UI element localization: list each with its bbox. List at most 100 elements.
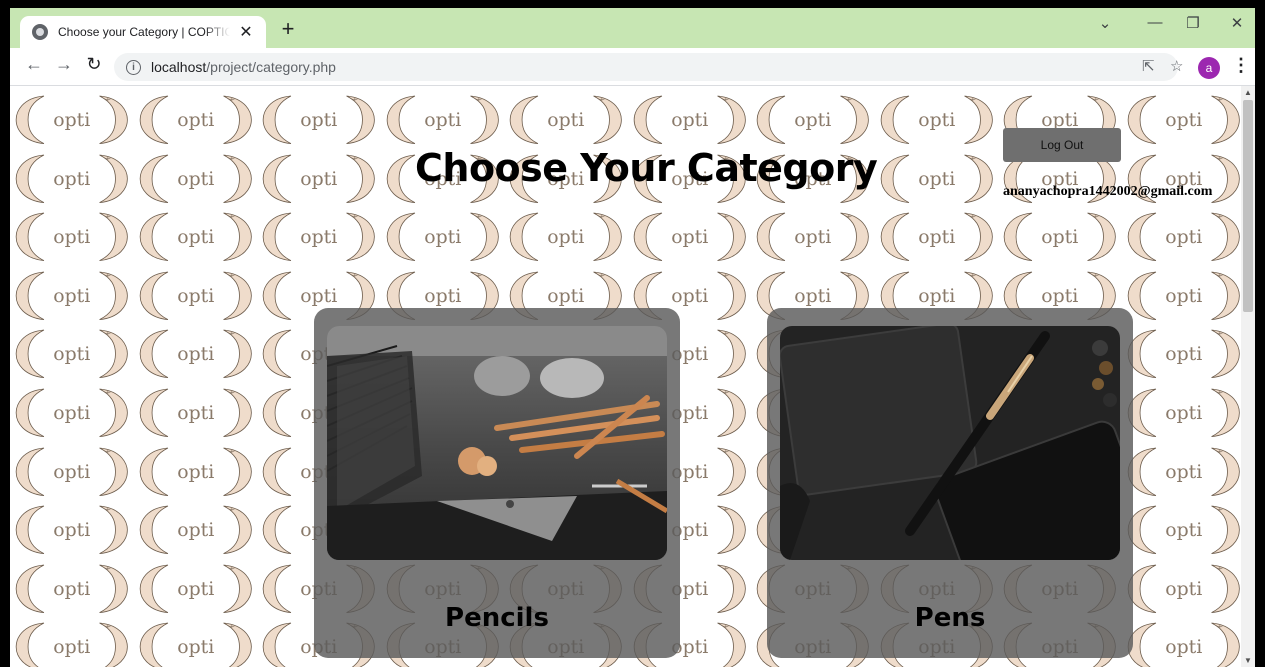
logo-text: opti <box>1165 460 1202 482</box>
opti-logo-mark: opti + <box>262 95 375 145</box>
background-logo: opti + <box>1122 617 1242 667</box>
svg-text:+: + <box>105 622 112 631</box>
scroll-down-icon[interactable]: ▼ <box>1241 656 1255 665</box>
reload-button[interactable]: ↻ <box>82 54 106 75</box>
background-logo: opti + <box>1122 442 1242 501</box>
site-info-icon[interactable]: i <box>126 59 141 75</box>
opti-logo-mark: opti + <box>139 446 252 496</box>
category-card-pencils[interactable]: Pencils <box>314 308 680 658</box>
logo-text: opti <box>424 109 461 131</box>
svg-text:+: + <box>722 388 729 397</box>
opti-logo-mark: opti + <box>15 154 128 203</box>
background-logo: opti + <box>10 442 134 501</box>
svg-text:+: + <box>846 212 853 221</box>
logo-text: opti <box>177 460 214 482</box>
svg-text:+: + <box>105 95 112 104</box>
svg-text:+: + <box>1216 446 1223 455</box>
tab-title: Choose your Category | COPTICS <box>58 25 230 39</box>
forward-button[interactable]: → <box>52 54 76 75</box>
bookmark-star-icon[interactable]: ☆ <box>1170 57 1183 75</box>
logo-text: opti <box>53 167 90 189</box>
opti-logo-mark: opti + <box>139 95 252 145</box>
browser-tab[interactable]: Choose your Category | COPTICS ✕ <box>20 16 266 48</box>
scroll-thumb[interactable] <box>1243 100 1253 312</box>
opti-logo-mark: opti + <box>880 154 993 203</box>
logo-text: opti <box>794 285 831 307</box>
opti-logo-mark: opti + <box>1127 212 1240 262</box>
svg-text:+: + <box>105 446 112 455</box>
background-logo: opti + <box>1122 383 1242 442</box>
opti-logo-mark: opti + <box>15 329 128 379</box>
page-viewport: opti + opti + opti + opti + opti + opti + opti + opti +… <box>10 86 1241 667</box>
opti-logo-mark: opti + <box>1003 212 1116 262</box>
opti-logo-mark: opti + <box>15 95 128 145</box>
tab-search-icon[interactable]: ⌄ <box>1090 14 1120 32</box>
logo-text: opti <box>671 109 708 131</box>
svg-text:+: + <box>722 622 729 631</box>
svg-text:+: + <box>228 446 235 455</box>
logo-text: opti <box>177 167 214 189</box>
share-icon[interactable]: ⇱ <box>1142 57 1155 75</box>
opti-logo-mark: opti + <box>139 622 252 667</box>
category-card-pens[interactable]: Pens <box>767 308 1133 658</box>
svg-text:+: + <box>105 329 112 338</box>
logo-text: opti <box>1165 109 1202 131</box>
opti-logo-mark: opti + <box>262 212 375 262</box>
logo-text: opti <box>918 285 955 307</box>
pen-photo[interactable] <box>780 326 1120 560</box>
new-tab-button[interactable]: + <box>276 17 300 41</box>
profile-avatar[interactable]: a <box>1198 57 1220 79</box>
pencils-photo[interactable] <box>327 326 667 560</box>
logo-text: opti <box>300 109 337 131</box>
close-tab-button[interactable]: ✕ <box>236 22 256 42</box>
svg-text:+: + <box>599 95 606 104</box>
svg-text:+: + <box>722 95 729 104</box>
address-bar[interactable]: i localhost/project/category.php <box>114 53 1178 81</box>
background-logo: opti + <box>998 207 1122 266</box>
background-logo: opti + <box>381 207 505 266</box>
opti-logo-mark: opti + <box>15 212 128 262</box>
url-path: /project/category.php <box>206 59 336 75</box>
restore-button[interactable]: ❐ <box>1178 14 1208 32</box>
logo-text: opti <box>547 285 584 307</box>
page-scrollbar[interactable]: ▲ ▼ <box>1241 86 1255 667</box>
background-logo: opti + <box>751 90 875 149</box>
logo-text: opti <box>671 285 708 307</box>
svg-text:+: + <box>228 505 235 514</box>
scroll-up-icon[interactable]: ▲ <box>1241 88 1255 97</box>
svg-text:+: + <box>722 271 729 280</box>
opti-logo-mark: opti + <box>1127 564 1240 613</box>
svg-text:+: + <box>352 212 359 221</box>
logo-text: opti <box>300 285 337 307</box>
logout-button[interactable]: Log Out <box>1003 128 1121 162</box>
background-logo: opti + <box>134 442 258 501</box>
close-window-button[interactable]: ✕ <box>1222 14 1252 32</box>
background-logo: opti + <box>134 383 258 442</box>
browser-toolbar: ← → ↻ i localhost/project/category.php ⇱… <box>10 48 1255 86</box>
logo-text: opti <box>547 109 584 131</box>
browser-window: Choose your Category | COPTICS ✕ + ⌄ — ❐… <box>10 8 1255 667</box>
url-host: localhost <box>151 59 207 75</box>
background-logo: opti + <box>875 149 999 208</box>
opti-logo-mark: opti + <box>880 212 993 262</box>
background-logo: opti + <box>10 149 134 208</box>
opti-logo-mark: opti + <box>15 388 128 437</box>
url-text: localhost/project/category.php <box>151 59 336 75</box>
browser-menu-icon[interactable]: ⋮ <box>1232 55 1250 76</box>
svg-text:+: + <box>105 505 112 514</box>
category-label-pencils[interactable]: Pencils <box>314 603 680 633</box>
back-button[interactable]: ← <box>22 54 46 75</box>
category-label-pens[interactable]: Pens <box>767 603 1133 633</box>
background-logo: opti + <box>134 559 258 618</box>
logo-text: opti <box>424 285 461 307</box>
logo-text: opti <box>53 109 90 131</box>
svg-text:+: + <box>722 446 729 455</box>
logo-text: opti <box>918 109 955 131</box>
opti-logo-mark: opti + <box>1127 388 1240 437</box>
svg-text:+: + <box>599 271 606 280</box>
logo-text: opti <box>177 519 214 541</box>
background-logo: opti + <box>134 90 258 149</box>
minimize-button[interactable]: — <box>1140 14 1170 31</box>
svg-text:+: + <box>1216 622 1223 631</box>
background-logo: opti + <box>875 207 999 266</box>
